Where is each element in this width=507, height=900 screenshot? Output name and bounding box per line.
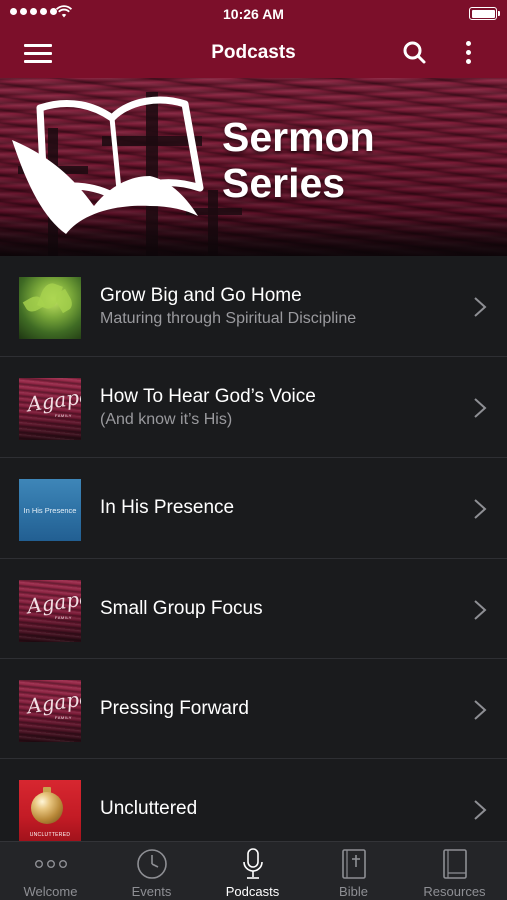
list-item[interactable]: Grow Big and Go Home Maturing through Sp…: [0, 256, 507, 356]
list-item[interactable]: UNCLUTTERED Uncluttered: [0, 759, 507, 841]
thumbnail-caption: In His Presence: [23, 506, 77, 515]
chevron-right-icon: [474, 600, 487, 620]
podcast-thumbnail: UNCLUTTERED: [19, 780, 81, 841]
podcast-title: In His Presence: [100, 497, 235, 518]
battery-icon: [469, 7, 500, 20]
book-icon: [442, 849, 467, 879]
podcast-thumbnail: Agape FAMILY: [19, 580, 81, 642]
microphone-icon: [242, 848, 263, 879]
tab-podcasts[interactable]: Podcasts: [202, 842, 303, 900]
open-bible-logo-icon: [12, 96, 204, 234]
tab-welcome[interactable]: Welcome: [0, 842, 101, 900]
thumbnail-caption: UNCLUTTERED: [29, 832, 71, 838]
chevron-right-icon: [474, 398, 487, 418]
podcast-title: Uncluttered: [100, 798, 198, 819]
podcast-title: Small Group Focus: [100, 598, 263, 619]
tab-label: Podcasts: [225, 884, 280, 899]
tab-events[interactable]: Events: [101, 842, 202, 900]
search-button[interactable]: [402, 40, 428, 66]
search-icon: [403, 41, 426, 64]
chevron-right-icon: [474, 800, 487, 820]
chevron-right-icon: [474, 499, 487, 519]
chevron-right-icon: [474, 700, 487, 720]
podcast-thumbnail: Agape FAMILY: [19, 378, 81, 440]
tab-label: Welcome: [23, 884, 78, 899]
chevron-right-icon: [474, 297, 487, 317]
podcast-list: Grow Big and Go Home Maturing through Sp…: [0, 256, 507, 841]
list-item[interactable]: Agape FAMILY How To Hear God’s Voice (An…: [0, 357, 507, 457]
status-time: 10:26 AM: [223, 6, 284, 22]
more-vertical-icon: [466, 41, 471, 46]
podcast-subtitle: (And know it’s His): [100, 411, 233, 428]
podcast-title: How To Hear God’s Voice: [100, 386, 316, 407]
podcast-title: Grow Big and Go Home: [100, 285, 302, 306]
podcast-title: Pressing Forward: [100, 698, 249, 719]
tab-bible[interactable]: Bible: [303, 842, 404, 900]
status-bar: 10:26 AM: [0, 0, 507, 28]
podcast-thumbnail: [19, 277, 81, 339]
list-item[interactable]: Agape FAMILY Small Group Focus: [0, 559, 507, 659]
tab-label: Events: [131, 884, 172, 899]
tab-label: Bible: [339, 884, 368, 899]
podcast-subtitle: Maturing through Spiritual Discipline: [100, 310, 357, 327]
podcast-thumbnail: Agape FAMILY: [19, 680, 81, 742]
tab-bar: Welcome Events Podcasts Bible Resources: [0, 841, 507, 900]
list-item[interactable]: In His Presence In His Presence: [0, 458, 507, 558]
banner-title: Sermon Series: [222, 114, 375, 206]
tab-label: Resources: [423, 884, 486, 899]
sermon-series-banner: Sermon Series: [0, 78, 507, 256]
tab-resources[interactable]: Resources: [404, 842, 505, 900]
banner-title-line2: Series: [222, 160, 346, 206]
bible-icon: [341, 849, 366, 879]
more-options-button[interactable]: [458, 39, 478, 67]
ellipsis-icon: [34, 860, 67, 868]
nav-bar: Podcasts: [0, 28, 507, 78]
banner-title-line1: Sermon: [222, 114, 375, 160]
clock-icon: [136, 849, 167, 879]
podcast-thumbnail: In His Presence: [19, 479, 81, 541]
page-title: Podcasts: [211, 42, 296, 63]
list-item[interactable]: Agape FAMILY Pressing Forward: [0, 659, 507, 759]
